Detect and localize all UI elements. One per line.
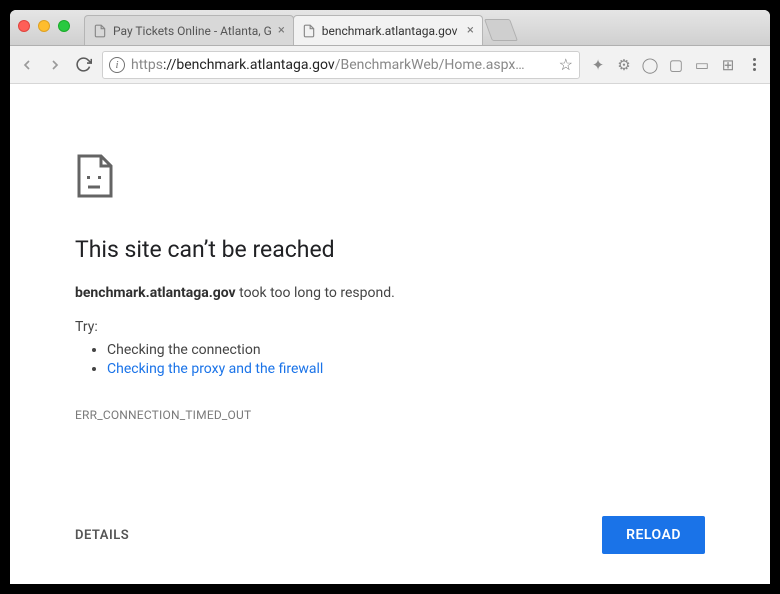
tab-strip: Pay Tickets Online - Atlanta, G × benchm… bbox=[84, 15, 514, 45]
forward-button[interactable] bbox=[46, 56, 64, 74]
toolbar: i https://benchmark.atlantaga.gov/Benchm… bbox=[10, 46, 770, 84]
traffic-lights bbox=[18, 20, 70, 32]
barcode-icon[interactable]: ⊞ bbox=[720, 57, 736, 73]
error-code: ERR_CONNECTION_TIMED_OUT bbox=[75, 408, 705, 422]
error-title: This site can’t be reached bbox=[75, 236, 705, 263]
titlebar: Pay Tickets Online - Atlanta, G × benchm… bbox=[10, 10, 770, 46]
reload-nav-button[interactable] bbox=[74, 56, 92, 74]
circle-icon[interactable]: ◯ bbox=[642, 57, 658, 73]
error-subtitle: benchmark.atlantaga.gov took too long to… bbox=[75, 285, 705, 301]
close-icon[interactable]: × bbox=[278, 23, 285, 38]
list-item: Checking the connection bbox=[107, 342, 705, 358]
window-minimize-button[interactable] bbox=[38, 20, 50, 32]
details-button[interactable]: DETAILS bbox=[75, 528, 129, 543]
tab-active[interactable]: benchmark.atlantaga.gov × bbox=[293, 15, 483, 45]
tab-label: Pay Tickets Online - Atlanta, G bbox=[113, 24, 272, 38]
note-icon[interactable]: ▢ bbox=[668, 57, 684, 73]
close-icon[interactable]: × bbox=[467, 23, 474, 38]
address-bar[interactable]: i https://benchmark.atlantaga.gov/Benchm… bbox=[102, 51, 580, 79]
site-info-icon[interactable]: i bbox=[109, 57, 125, 73]
list-item: Checking the proxy and the firewall bbox=[107, 361, 705, 377]
tab-inactive[interactable]: Pay Tickets Online - Atlanta, G × bbox=[84, 15, 294, 45]
browser-window: Pay Tickets Online - Atlanta, G × benchm… bbox=[10, 10, 770, 584]
page-content: This site can’t be reached benchmark.atl… bbox=[10, 84, 770, 584]
back-button[interactable] bbox=[18, 56, 36, 74]
try-list: Checking the connection Checking the pro… bbox=[107, 339, 705, 380]
file-icon bbox=[302, 24, 316, 38]
error-footer: DETAILS RELOAD bbox=[75, 516, 705, 554]
file-icon bbox=[93, 24, 107, 38]
try-label: Try: bbox=[75, 319, 705, 335]
tab-label: benchmark.atlantaga.gov bbox=[322, 24, 461, 38]
menu-button[interactable] bbox=[746, 57, 762, 73]
extension-icons: ✦ ⚙ ◯ ▢ ▭ ⊞ bbox=[590, 57, 762, 73]
new-tab-button[interactable] bbox=[484, 19, 518, 41]
puzzle-icon[interactable]: ✦ bbox=[590, 57, 606, 73]
dash-icon[interactable]: ▭ bbox=[694, 57, 710, 73]
reload-button[interactable]: RELOAD bbox=[602, 516, 705, 554]
bookmark-star-icon[interactable]: ☆ bbox=[559, 55, 573, 74]
url-text: https://benchmark.atlantaga.gov/Benchmar… bbox=[131, 57, 553, 73]
sad-document-icon bbox=[75, 154, 115, 198]
proxy-firewall-link[interactable]: Checking the proxy and the firewall bbox=[107, 361, 323, 377]
window-close-button[interactable] bbox=[18, 20, 30, 32]
window-maximize-button[interactable] bbox=[58, 20, 70, 32]
gear-icon[interactable]: ⚙ bbox=[616, 57, 632, 73]
